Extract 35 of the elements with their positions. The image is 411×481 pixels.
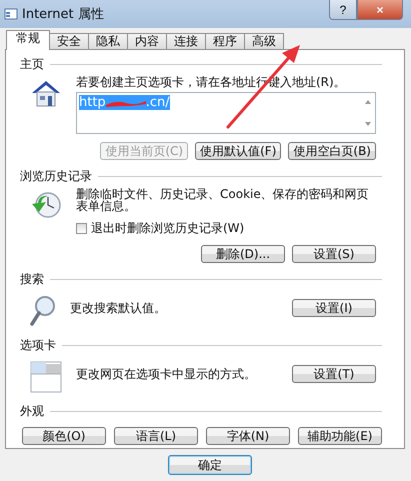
section-heading: 主页 [20,56,44,72]
section-heading: 搜索 [20,270,44,288]
button[interactable]: 设置(S) [292,245,376,263]
magnifier-icon [30,295,56,327]
button[interactable]: 使用默认值(F) [195,142,282,160]
button[interactable]: 设置(I) [292,299,376,317]
clock-icon [30,190,62,220]
button[interactable]: 辅助功能(E) [298,427,382,445]
section-heading: 选项卡 [20,336,56,354]
description: 删除临时文件、历史记录、Cookie、保存的密码和网页表单信息。 [76,188,370,212]
tab[interactable]: 高级 [244,33,284,49]
button[interactable]: 使用空白页(B) [288,142,376,160]
window-title: Internet 属性 [22,6,105,23]
checkbox-label: 退出时删除浏览历史记录(W) [91,220,244,237]
tab[interactable]: 隐私 [88,33,128,49]
button[interactable]: 设置(T) [292,365,376,383]
tab[interactable]: 连接 [166,33,206,49]
section-heading: 外观 [20,402,44,420]
window-icon [4,7,18,21]
button[interactable]: 删除(D)... [201,245,285,263]
button[interactable]: 颜色(O) [22,427,106,445]
tab[interactable]: 安全 [49,33,89,49]
tab[interactable]: 常规 [6,30,50,50]
section-heading: 浏览历史记录 [20,168,92,184]
ok-button[interactable]: 确定 [168,455,252,475]
tab[interactable]: 程序 [205,33,245,49]
button[interactable]: 字体(N) [206,427,290,445]
tabs-icon [30,361,62,393]
description: 更改网页在选项卡中显示的方式。 [76,368,257,380]
checkbox[interactable] [76,223,87,234]
house-icon [30,78,62,108]
tab[interactable]: 内容 [127,33,167,49]
button[interactable]: 语言(L) [114,427,198,445]
help-button[interactable]: ? [329,0,357,20]
description: 更改搜索默认值。 [70,302,167,314]
